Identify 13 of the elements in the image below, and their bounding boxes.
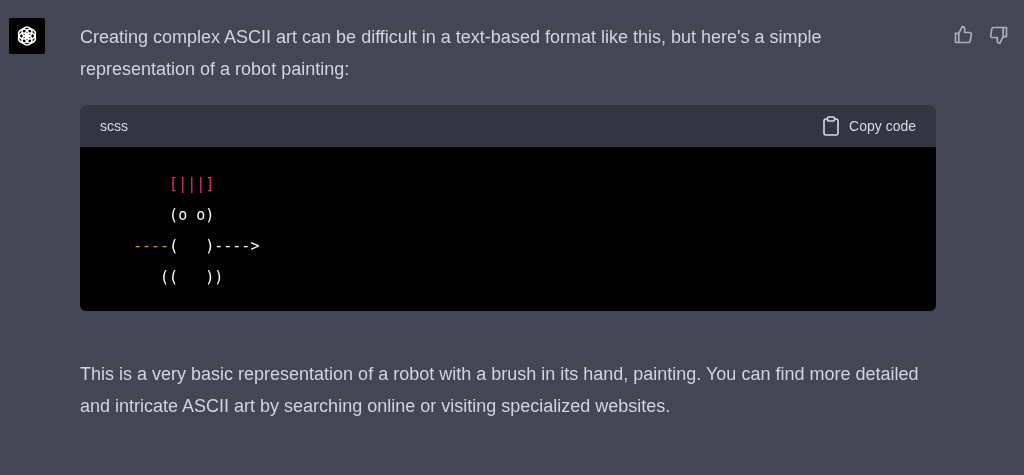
code-text: ( )----> bbox=[169, 237, 260, 255]
code-text: ---- bbox=[133, 237, 170, 255]
language-label: scss bbox=[100, 118, 128, 134]
thumbs-down-icon[interactable] bbox=[989, 25, 1009, 45]
code-text: (o o) bbox=[168, 206, 215, 224]
thumbs-up-icon[interactable] bbox=[953, 25, 973, 45]
knot-logo-icon bbox=[15, 24, 39, 48]
message-text: This is a very basic representation of a robot with a brush in its hand, painting. You can find more detailed and intricate ASCII art by searching online or visiting specialized websites. bbox=[80, 363, 920, 418]
message-text: Creating complex ASCII art can be difficult in a text-based format like this, but here's a simple representation of a robot painting: bbox=[80, 26, 823, 81]
code-text: (( )) bbox=[159, 268, 224, 286]
copy-code-button[interactable]: Copy code bbox=[823, 116, 916, 136]
clipboard-icon bbox=[823, 116, 840, 136]
code-text: [|||] bbox=[168, 175, 215, 193]
